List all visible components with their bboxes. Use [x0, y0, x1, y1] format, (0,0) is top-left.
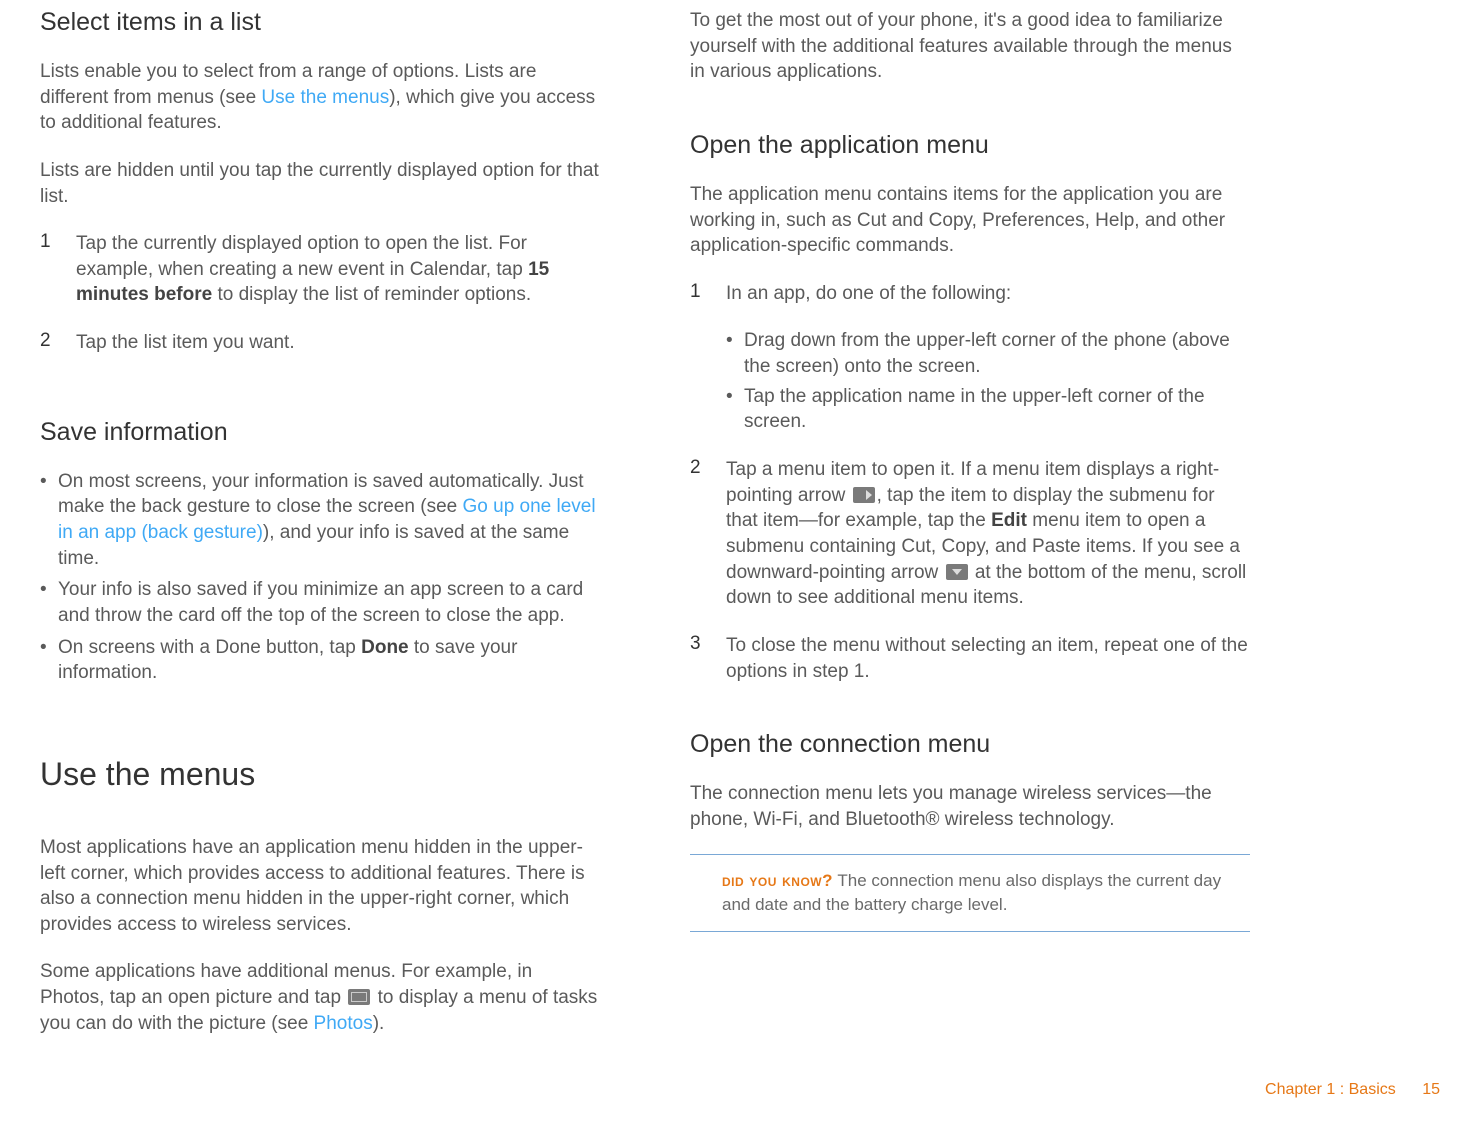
list-item: • Tap the application name in the upper-…: [726, 384, 1250, 435]
step-number: 2: [40, 330, 76, 356]
list-item: • On most screens, your information is s…: [40, 469, 600, 572]
text: Tap the currently displayed option to op…: [76, 233, 528, 280]
step-text: Tap the list item you want.: [76, 330, 295, 356]
photo-menu-icon: [348, 989, 370, 1005]
list-item: • Your info is also saved if you minimiz…: [40, 577, 600, 628]
step-number: 3: [690, 633, 726, 684]
heading-save-info: Save information: [40, 418, 600, 447]
heading-select-items: Select items in a list: [40, 8, 600, 37]
page-footer: Chapter 1 : Basics 15: [1265, 1081, 1440, 1099]
step-number: 2: [690, 457, 726, 611]
para: Some applications have additional menus.…: [40, 959, 600, 1036]
step-text: To close the menu without selecting an i…: [726, 633, 1250, 684]
para: Most applications have an application me…: [40, 835, 600, 938]
step-text: Tap the currently displayed option to op…: [76, 231, 600, 308]
list-item: 1 Tap the currently displayed option to …: [40, 231, 600, 308]
bullet-icon: •: [726, 328, 744, 379]
text: Your info is also saved if you minimize …: [58, 577, 600, 628]
bold-text: Edit: [991, 510, 1027, 531]
bullet-icon: •: [726, 384, 744, 435]
step-text: Tap a menu item to open it. If a menu it…: [726, 457, 1250, 611]
arrow-right-icon: [853, 487, 875, 503]
para: To get the most out of your phone, it's …: [690, 8, 1250, 85]
para: The application menu contains items for …: [690, 182, 1250, 259]
heading-open-app-menu: Open the application menu: [690, 131, 1250, 160]
left-column: Select items in a list Lists enable you …: [40, 8, 600, 1058]
para: Lists enable you to select from a range …: [40, 59, 600, 136]
list-item: • Drag down from the upper-left corner o…: [726, 328, 1250, 379]
list-item: 3 To close the menu without selecting an…: [690, 633, 1250, 684]
bullet-icon: •: [40, 635, 58, 686]
para: Lists are hidden until you tap the curre…: [40, 158, 600, 209]
list-item: 2 Tap the list item you want.: [40, 330, 600, 356]
text: to display the list of reminder options.: [212, 284, 531, 305]
page-number: 15: [1422, 1081, 1440, 1098]
list-item: 2 Tap a menu item to open it. If a menu …: [690, 457, 1250, 611]
heading-use-the-menus: Use the menus: [40, 756, 600, 793]
para: The connection menu lets you manage wire…: [690, 781, 1250, 832]
step-text: In an app, do one of the following:: [726, 281, 1011, 307]
right-column: To get the most out of your phone, it's …: [690, 8, 1250, 1058]
text: Tap the application name in the upper-le…: [744, 384, 1250, 435]
link-photos[interactable]: Photos: [314, 1013, 373, 1034]
step-number: 1: [40, 231, 76, 308]
chapter-label: Chapter 1 : Basics: [1265, 1081, 1396, 1098]
did-you-know-callout: DID YOU KNOW? The connection menu also d…: [690, 854, 1250, 932]
bullet-icon: •: [40, 577, 58, 628]
text: ).: [373, 1013, 385, 1034]
bullet-icon: •: [40, 469, 58, 572]
callout-label: DID YOU KNOW?: [722, 871, 833, 890]
arrow-down-icon: [946, 564, 968, 580]
link-use-the-menus[interactable]: Use the menus: [261, 87, 389, 108]
heading-open-connection-menu: Open the connection menu: [690, 730, 1250, 759]
list-item: 1 In an app, do one of the following:: [690, 281, 1250, 307]
text: On screens with a Done button, tap: [58, 637, 361, 658]
list-item: • On screens with a Done button, tap Don…: [40, 635, 600, 686]
step-number: 1: [690, 281, 726, 307]
text: Drag down from the upper-left corner of …: [744, 328, 1250, 379]
bold-text: Done: [361, 637, 409, 658]
